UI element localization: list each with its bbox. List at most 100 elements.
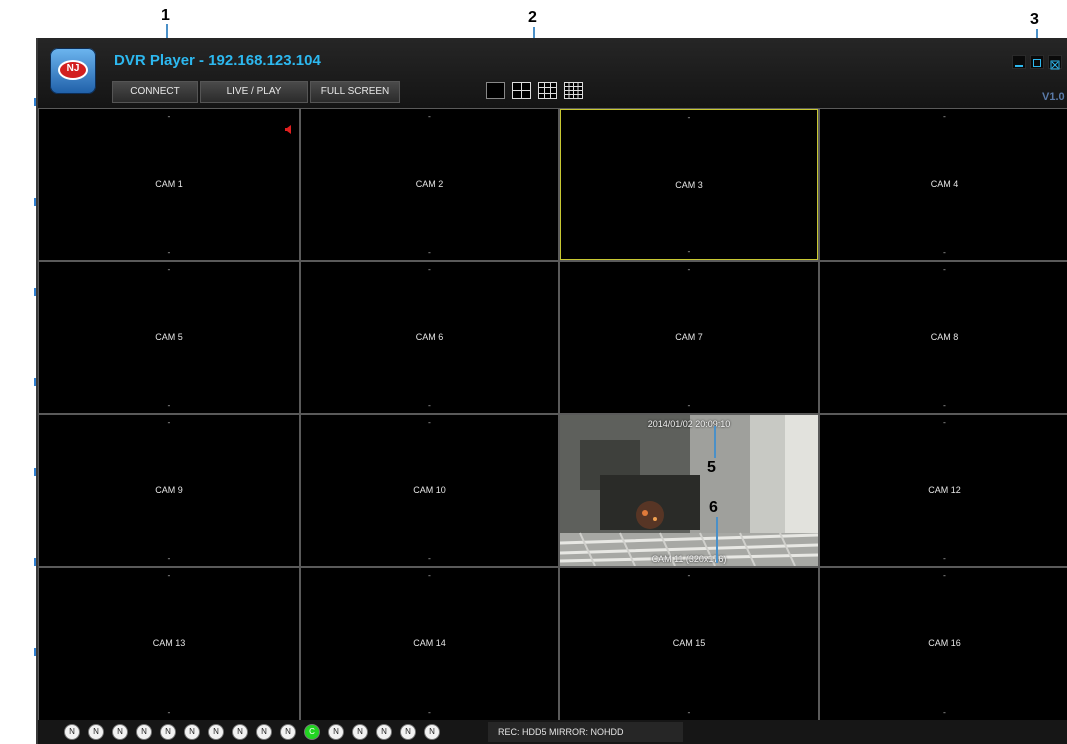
camera-video-frame: [560, 415, 818, 566]
channel-status-indicator: N: [112, 724, 128, 740]
camera-label: CAM 5: [155, 332, 183, 342]
app-logo-icon: NJ: [50, 48, 96, 94]
camera-bottom-marker: -: [687, 401, 691, 410]
camera-cell[interactable]: - CAM 7 -: [560, 262, 818, 413]
camera-label: CAM 16: [928, 638, 961, 648]
connect-button[interactable]: CONNECT: [112, 81, 198, 103]
full-screen-button[interactable]: FULL SCREEN: [310, 81, 400, 103]
camera-bottom-marker: -: [428, 708, 431, 717]
camera-label: CAM 11 (320x176): [651, 554, 727, 564]
camera-top-marker: -: [428, 418, 431, 427]
camera-grid: - CAM 1 - - CAM 2 - - CAM 3 - - CAM 4 - - CAM 5 - - CAM …: [38, 108, 1067, 720]
close-icon[interactable]: [1048, 55, 1062, 70]
camera-top-marker: -: [943, 112, 946, 121]
camera-top-marker: -: [687, 113, 691, 122]
camera-bottom-marker: -: [167, 401, 171, 410]
camera-top-marker: -: [428, 571, 431, 580]
camera-label: CAM 1: [155, 179, 183, 189]
camera-bottom-marker: -: [428, 554, 431, 563]
camera-cell[interactable]: - CAM 2 -: [301, 109, 558, 260]
maximize-icon[interactable]: [1030, 55, 1044, 69]
camera-cell[interactable]: - CAM 14 -: [301, 568, 558, 720]
camera-bottom-marker: -: [687, 708, 691, 717]
camera-label: CAM 13: [152, 638, 186, 648]
camera-bottom-marker: -: [167, 554, 171, 563]
camera-cell[interactable]: - CAM 12 -: [820, 415, 1067, 566]
camera-cell[interactable]: - CAM 15 -: [560, 568, 818, 720]
camera-label: CAM 2: [415, 179, 444, 189]
single-view-icon[interactable]: [486, 82, 505, 99]
camera-cell[interactable]: - CAM 9 -: [39, 415, 299, 566]
camera-cell[interactable]: - CAM 10 -: [301, 415, 558, 566]
camera-cell[interactable]: - CAM 1 -: [39, 109, 299, 260]
camera-bottom-marker: -: [943, 248, 946, 257]
channel-status-indicator: N: [400, 724, 416, 740]
channel-status-indicator: N: [376, 724, 392, 740]
camera-cell[interactable]: 2014/01/02 20:09:10 CAM 11 (320x176): [560, 415, 818, 566]
channel-status-indicator: N: [208, 724, 224, 740]
speaker-icon: [285, 125, 291, 134]
camera-top-marker: -: [943, 418, 946, 427]
camera-cell[interactable]: - CAM 5 -: [39, 262, 299, 413]
left-margin-strip: [0, 38, 36, 744]
camera-label: CAM 6: [415, 332, 444, 342]
camera-top-marker: -: [428, 112, 431, 121]
status-bar: NNNNNNNNNNCNNNNN REC: HDD5 MIRROR: NOHDD: [38, 720, 1067, 744]
live-play-button[interactable]: LIVE / PLAY: [200, 81, 308, 103]
camera-label: CAM 14: [413, 638, 446, 648]
camera-cell[interactable]: - CAM 16 -: [820, 568, 1067, 720]
nine-view-icon[interactable]: [538, 82, 557, 99]
camera-label: CAM 12: [928, 485, 961, 495]
channel-status-indicator: N: [160, 724, 176, 740]
camera-top-marker: -: [943, 265, 946, 274]
camera-label: CAM 15: [672, 638, 706, 648]
callout-line: [716, 517, 718, 563]
minimize-icon[interactable]: [1012, 55, 1026, 69]
channel-status-indicator: C: [304, 724, 320, 740]
camera-bottom-marker: -: [943, 554, 946, 563]
callout-number: 1: [161, 7, 170, 24]
camera-top-marker: -: [687, 571, 691, 580]
channel-status-indicator: N: [280, 724, 296, 740]
channel-status-indicator: N: [136, 724, 152, 740]
channel-status-indicator: N: [328, 724, 344, 740]
camera-label: CAM 4: [930, 179, 959, 189]
camera-bottom-marker: -: [943, 708, 946, 717]
dvr-player-window: NJ DVR Player - 192.168.123.104 CONNECT …: [36, 38, 1067, 744]
recording-status: REC: HDD5 MIRROR: NOHDD: [498, 727, 624, 737]
camera-label: CAM 8: [930, 332, 959, 342]
callout-number: 6: [709, 499, 718, 516]
camera-label: CAM 7: [675, 332, 703, 342]
camera-label: CAM 10: [413, 485, 446, 495]
camera-top-marker: -: [943, 571, 946, 580]
channel-status-indicator: N: [184, 724, 200, 740]
channel-status-indicator: N: [232, 724, 248, 740]
camera-cell[interactable]: - CAM 8 -: [820, 262, 1067, 413]
camera-timestamp: 2014/01/02 20:09:10: [647, 419, 731, 429]
quad-view-icon[interactable]: [512, 82, 531, 99]
callout-line: [714, 426, 716, 458]
camera-cell[interactable]: - CAM 6 -: [301, 262, 558, 413]
callout-number: 2: [528, 9, 537, 26]
sixteen-view-icon[interactable]: [564, 82, 583, 99]
camera-top-marker: -: [428, 265, 431, 274]
camera-cell[interactable]: - CAM 3 -: [560, 109, 818, 260]
camera-cell[interactable]: - CAM 13 -: [39, 568, 299, 720]
camera-top-marker: -: [167, 265, 171, 274]
camera-top-marker: -: [167, 112, 171, 121]
title-bar: NJ DVR Player - 192.168.123.104 CONNECT …: [38, 38, 1067, 108]
camera-top-marker: -: [167, 571, 171, 580]
channel-status-indicator: N: [352, 724, 368, 740]
camera-label: CAM 3: [675, 180, 703, 190]
camera-bottom-marker: -: [428, 401, 431, 410]
app-title: DVR Player - 192.168.123.104: [114, 52, 321, 69]
callout-number: 3: [1030, 11, 1039, 28]
camera-bottom-marker: -: [687, 247, 691, 256]
channel-status-indicator: N: [424, 724, 440, 740]
callout-number: 5: [707, 459, 716, 476]
camera-cell[interactable]: - CAM 4 -: [820, 109, 1067, 260]
camera-label: CAM 9: [155, 485, 183, 495]
camera-bottom-marker: -: [167, 248, 171, 257]
channel-status-indicator: N: [256, 724, 272, 740]
channel-status-indicator: N: [88, 724, 104, 740]
